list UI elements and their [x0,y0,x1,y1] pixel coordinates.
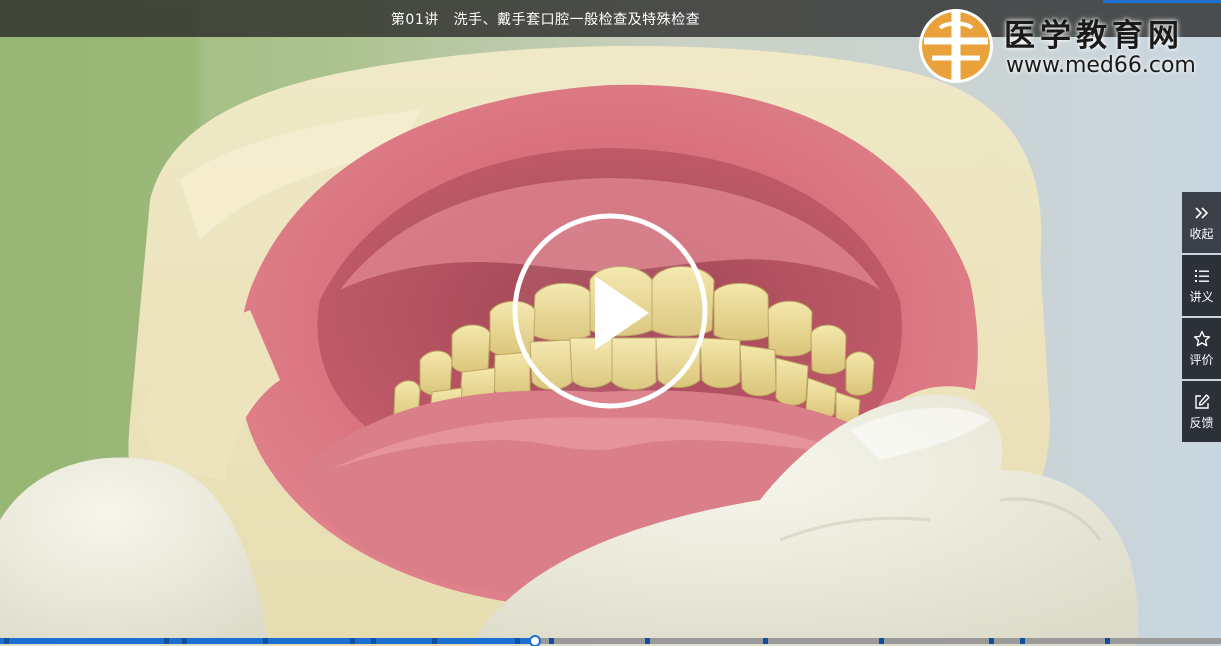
star-icon [1193,330,1210,347]
top-accent-line [1103,0,1221,3]
rate-button[interactable]: 评价 [1182,318,1221,379]
rate-label: 评价 [1189,353,1214,367]
brand-url: www.med66.com [1006,53,1196,78]
feedback-button[interactable]: 反馈 [1182,381,1221,442]
double-chevron-right-icon [1194,207,1208,219]
collapse-label: 收起 [1189,227,1214,241]
handout-button[interactable]: 讲义 [1182,255,1221,316]
chapter-mark[interactable] [350,638,355,644]
side-panel: 收起 讲义 评价 反馈 [1182,192,1221,444]
chapter-mark[interactable] [371,638,376,644]
brand-name: 医学教育网 [1004,18,1184,54]
chapter-mark[interactable] [1020,638,1025,644]
play-button[interactable] [511,212,709,410]
feedback-label: 反馈 [1189,416,1214,430]
brand-seal-icon [919,9,993,83]
chapter-mark[interactable] [763,638,768,644]
progress-handle[interactable] [529,635,541,646]
handout-label: 讲义 [1189,290,1214,304]
list-icon [1194,270,1209,282]
edit-icon [1194,394,1210,409]
brand-logo: 医学教育网 www.med66.com [918,8,1218,86]
chapter-mark[interactable] [645,638,650,644]
chapter-mark[interactable] [432,638,437,644]
chapter-mark[interactable] [989,638,994,644]
video-player[interactable]: 第01讲 洗手、戴手套口腔一般检查及特殊检查 医学教育网 www.med66.c… [0,0,1221,646]
progress-bar[interactable] [0,635,1221,646]
chapter-mark[interactable] [164,638,169,644]
chapter-mark[interactable] [182,638,187,644]
chapter-mark[interactable] [263,638,268,644]
collapse-button[interactable]: 收起 [1182,192,1221,253]
video-title: 第01讲 洗手、戴手套口腔一般检查及特殊检查 [390,11,701,28]
chapter-mark[interactable] [4,638,9,644]
chapter-mark[interactable] [1105,638,1110,644]
chapter-mark[interactable] [515,638,520,644]
chapter-mark[interactable] [549,638,554,644]
chapter-mark[interactable] [879,638,884,644]
